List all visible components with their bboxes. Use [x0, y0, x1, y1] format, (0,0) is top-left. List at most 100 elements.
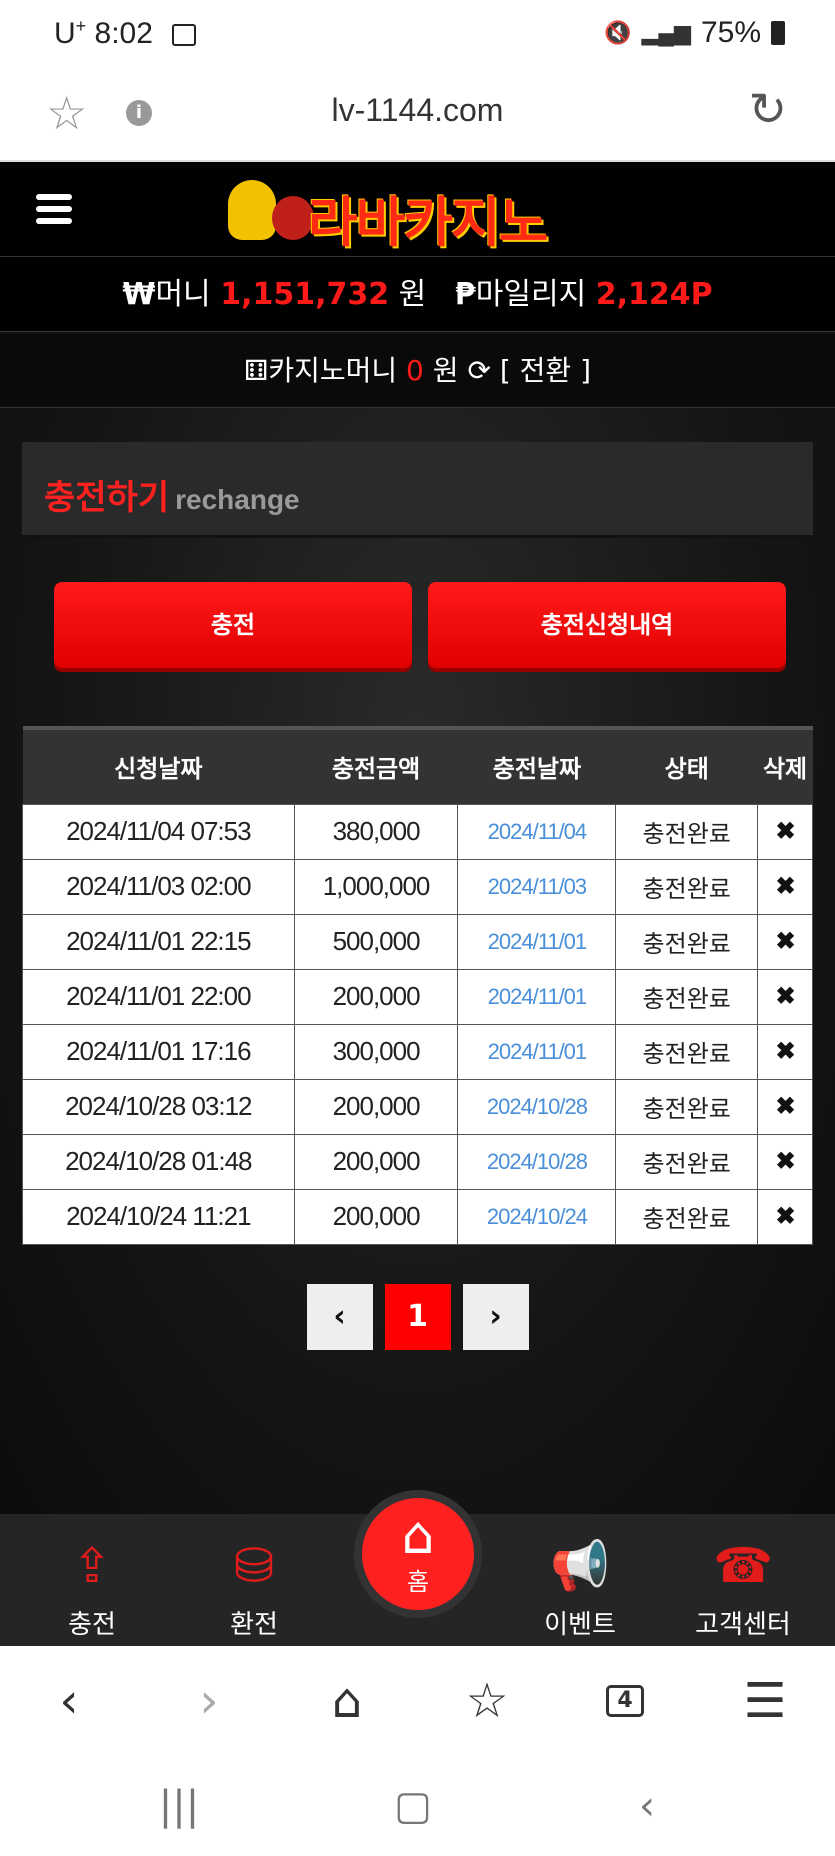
charge-button[interactable]: 충전 [54, 582, 412, 668]
nav-charge-label: 충전 [68, 1610, 116, 1640]
nav-charge[interactable]: ⇪ 충전 [22, 1514, 162, 1646]
mute-icon: 🔇 [604, 20, 632, 45]
mileage-value: 2,124 [595, 277, 691, 312]
cell-charge-date[interactable]: 2024/11/01 [457, 968, 617, 1025]
megaphone-icon: 📢 [550, 1538, 610, 1594]
nav-support[interactable]: ☎ 고객센터 [673, 1514, 813, 1646]
cell-amount: 1,000,000 [293, 858, 459, 915]
cell-status: 충전완료 [615, 1023, 759, 1080]
gallery-icon [172, 24, 196, 46]
cell-charge-date[interactable]: 2024/10/28 [457, 1078, 617, 1135]
col-status: 상태 [615, 726, 758, 804]
coins-hand-icon: ⛁ [233, 1538, 275, 1594]
browser-back-icon[interactable]: ‹ [34, 1666, 104, 1736]
nav-home[interactable]: ⌂ 홈 [354, 1490, 482, 1618]
table-row: 2024/11/01 22:00 200,000 2024/11/01 충전완료… [22, 968, 813, 1025]
cell-request-date: 2024/10/28 03:12 [22, 1078, 295, 1135]
money-label: 머니 [155, 277, 211, 312]
site-logo[interactable]: 라바카지노 [228, 176, 612, 254]
android-back-icon[interactable]: ‹ [612, 1776, 682, 1836]
casino-label: 카지노머니 [268, 354, 398, 387]
panel-header: 충전하기 rechange [22, 442, 813, 538]
home-icon: ⌂ [401, 1506, 435, 1566]
casino-unit: 원 [432, 354, 459, 387]
reload-icon[interactable]: ↻ [748, 86, 787, 132]
signal-icon: ▂▄▆ [641, 20, 691, 45]
site-header: 라바카지노 [0, 162, 835, 256]
cell-amount: 200,000 [293, 1188, 459, 1245]
nav-exchange-label: 환전 [230, 1610, 278, 1640]
charge-history-table: 신청날짜 충전금액 충전날짜 상태 삭제 2024/11/04 07:53 38… [22, 726, 813, 1245]
recent-apps-icon[interactable]: ||| [144, 1776, 214, 1836]
cell-amount: 380,000 [293, 803, 459, 860]
dice-icon: ⚅ [243, 354, 269, 387]
cell-amount: 200,000 [293, 1078, 459, 1135]
cell-charge-date[interactable]: 2024/11/04 [457, 803, 617, 860]
cell-amount: 500,000 [293, 913, 459, 970]
col-request-date: 신청날짜 [22, 726, 295, 804]
delete-x-icon[interactable]: ✖ [757, 803, 813, 860]
logo-mascot-yellow [228, 180, 276, 240]
cell-charge-date[interactable]: 2024/11/03 [457, 858, 617, 915]
nav-support-label: 고객센터 [695, 1610, 791, 1640]
cell-charge-date[interactable]: 2024/10/28 [457, 1133, 617, 1190]
charge-history-button[interactable]: 충전신청내역 [428, 582, 786, 668]
next-page-chevron-icon[interactable]: › [462, 1284, 529, 1350]
delete-x-icon[interactable]: ✖ [757, 1023, 813, 1080]
delete-x-icon[interactable]: ✖ [757, 1078, 813, 1135]
bottom-nav: ⇪ 충전 ⛁ 환전 ⌂ 홈 📢 이벤트 ☎ 고객센터 [0, 1490, 835, 1646]
cell-status: 충전완료 [615, 1188, 759, 1245]
page-current[interactable]: 1 [384, 1284, 451, 1350]
casino-value: 0 [406, 354, 424, 387]
prev-page-chevron-icon[interactable]: ‹ [306, 1284, 373, 1350]
battery-icon [771, 21, 785, 45]
hamburger-menu-icon[interactable] [36, 194, 72, 224]
nav-exchange[interactable]: ⛁ 환전 [184, 1514, 324, 1646]
cell-charge-date[interactable]: 2024/10/24 [457, 1188, 617, 1245]
swap-button[interactable]: [ 전환 ] [500, 354, 591, 387]
browser-bookmarks-icon[interactable]: ☆ [452, 1666, 522, 1736]
table-row: 2024/10/28 03:12 200,000 2024/10/28 충전완료… [22, 1078, 813, 1135]
table-header-row: 신청날짜 충전금액 충전날짜 상태 삭제 [22, 726, 813, 804]
phone-24-icon: ☎ [713, 1538, 773, 1594]
delete-x-icon[interactable]: ✖ [757, 1188, 813, 1245]
cell-request-date: 2024/11/03 02:00 [22, 858, 295, 915]
cell-status: 충전완료 [615, 1078, 759, 1135]
col-delete: 삭제 [757, 726, 813, 804]
mileage-unit: P [690, 277, 713, 312]
peso-icon: ₱ [454, 277, 476, 312]
cell-charge-date[interactable]: 2024/11/01 [457, 913, 617, 970]
cell-request-date: 2024/11/01 22:00 [22, 968, 295, 1025]
main-content: 충전하기 rechange 충전 충전신청내역 신청날짜 충전금액 충전날짜 상태… [0, 408, 835, 1514]
cell-charge-date[interactable]: 2024/11/01 [457, 1023, 617, 1080]
money-bar: ₩머니 1,151,732 원 ₱마일리지 2,124P [0, 256, 835, 332]
status-time: U+ 8:02 [54, 16, 153, 50]
won-icon: ₩ [122, 277, 156, 312]
cell-status: 충전완료 [615, 968, 759, 1025]
mileage-label: 마일리지 [475, 277, 587, 312]
url-text[interactable]: lv-1144.com [0, 92, 835, 129]
delete-x-icon[interactable]: ✖ [757, 1133, 813, 1190]
page-subtitle: rechange [175, 484, 300, 515]
page-title: 충전하기 rechange [44, 478, 300, 518]
cell-status: 충전완료 [615, 913, 759, 970]
android-home-icon[interactable]: ▢ [378, 1776, 448, 1836]
browser-tabs-icon[interactable]: 4 [590, 1666, 660, 1736]
battery-percent: 75% [700, 16, 761, 49]
delete-x-icon[interactable]: ✖ [757, 913, 813, 970]
delete-x-icon[interactable]: ✖ [757, 968, 813, 1025]
delete-x-icon[interactable]: ✖ [757, 858, 813, 915]
casino-money-bar: ⚅카지노머니 0 원 ⟳ [ 전환 ] [0, 334, 835, 408]
logo-text: 라바카지노 [308, 191, 548, 254]
browser-home-icon[interactable]: ⌂ [312, 1666, 382, 1736]
browser-menu-icon[interactable]: ☰ [730, 1666, 800, 1736]
cell-status: 충전완료 [615, 1133, 759, 1190]
cell-request-date: 2024/10/28 01:48 [22, 1133, 295, 1190]
swap-refresh-icon[interactable]: ⟳ [467, 354, 490, 387]
cell-status: 충전완료 [615, 803, 759, 860]
browser-forward-icon[interactable]: › [174, 1666, 244, 1736]
nav-event[interactable]: 📢 이벤트 [510, 1514, 650, 1646]
table-row: 2024/10/28 01:48 200,000 2024/10/28 충전완료… [22, 1133, 813, 1190]
table-row: 2024/11/01 17:16 300,000 2024/11/01 충전완료… [22, 1023, 813, 1080]
pagination: ‹ 1 › [0, 1284, 835, 1350]
